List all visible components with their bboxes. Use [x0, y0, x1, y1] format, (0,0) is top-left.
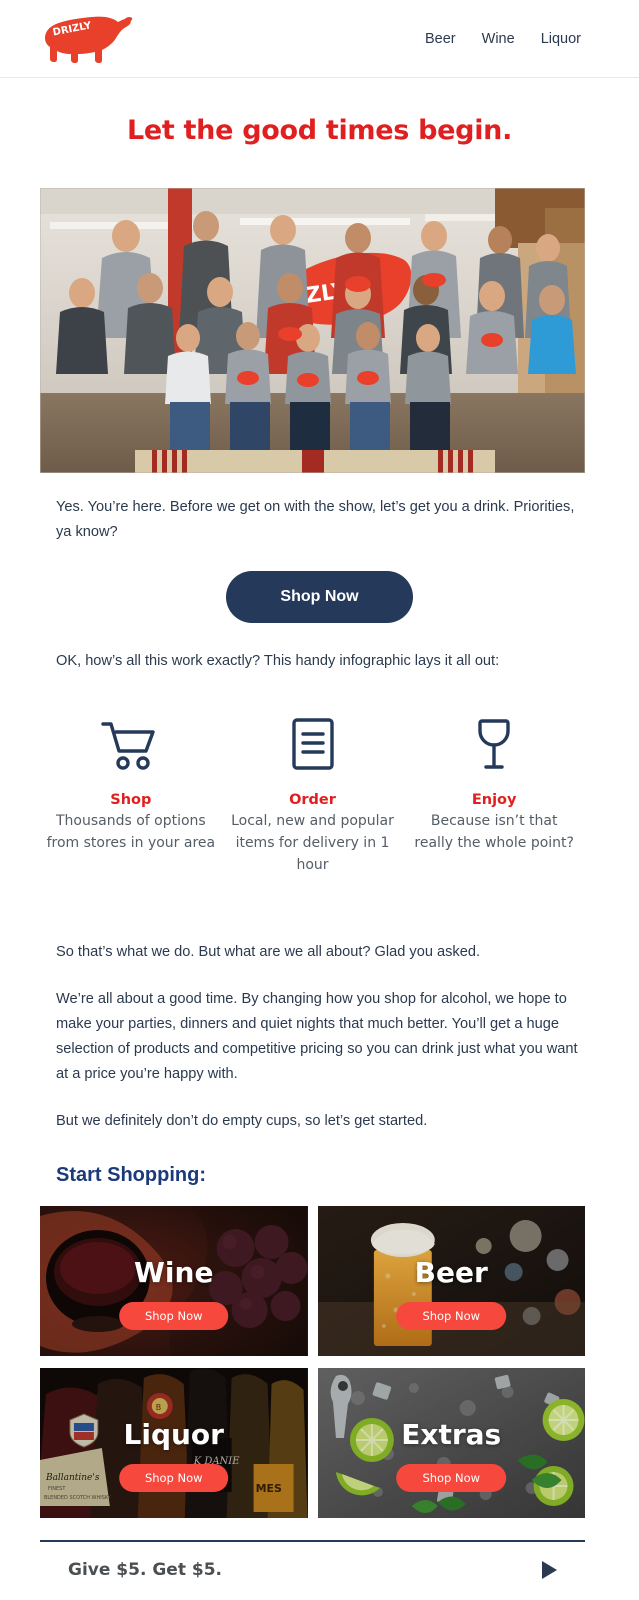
shop-now-button[interactable]: Shop Now	[226, 571, 413, 623]
nav-item-beer[interactable]: Beer	[425, 31, 456, 47]
tile-liquor[interactable]: Ballantine's FINEST BLENDED SCOTCH WHISK…	[40, 1368, 308, 1518]
step-order-desc: Local, new and popular items for deliver…	[231, 813, 394, 873]
page-title: Let the good times begin.	[126, 115, 513, 146]
step-enjoy-title: Enjoy	[471, 792, 517, 808]
intro-paragraph: Yes. You’re here. Before we get on with …	[56, 499, 575, 540]
footer-referral-text: Give $5. Get $5.	[68, 1560, 222, 1580]
email-header: DRIZLY Beer Wine Liquor	[0, 0, 639, 78]
step-enjoy: Enjoy Because isn’t that really the whol…	[403, 710, 585, 876]
tile-extras-label: Extras	[401, 1418, 502, 1451]
tile-beer[interactable]: Beer Shop Now	[317, 1206, 585, 1356]
hero-photo-illustration: ZLY	[40, 188, 585, 473]
wine-glass-icon	[409, 710, 579, 772]
shopping-cart-icon	[46, 710, 216, 772]
nav-item-wine[interactable]: Wine	[482, 31, 515, 47]
drizly-logo[interactable]: DRIZLY	[40, 11, 150, 67]
tile-extras-shop-now-button[interactable]: Shop Now	[396, 1464, 507, 1492]
step-shop-title: Shop	[110, 792, 152, 808]
tile-liquor-label: Liquor	[123, 1418, 224, 1451]
step-order: Order Local, new and popular items for d…	[222, 710, 404, 876]
header-nav: Beer Wine Liquor	[425, 31, 599, 47]
step-order-title: Order	[289, 792, 336, 808]
footer-referral-bar[interactable]: Give $5. Get $5.	[40, 1542, 585, 1598]
how-it-works-lead: OK, how’s all this work exactly? This ha…	[56, 653, 500, 669]
tile-wine[interactable]: Wine Shop Now	[40, 1206, 308, 1356]
hero-team-photo: ZLY	[40, 188, 585, 473]
tile-extras[interactable]: Extras Shop Now	[317, 1368, 585, 1518]
start-shopping-heading: Start Shopping:	[56, 1164, 206, 1186]
nav-item-liquor[interactable]: Liquor	[541, 31, 581, 47]
how-it-works-infographic: Shop Thousands of options from stores in…	[40, 710, 585, 876]
cta-container: Shop Now	[0, 545, 639, 623]
about-paragraph-2: We’re all about a good time. By changing…	[56, 991, 578, 1082]
step-shop-desc: Thousands of options from stores in your…	[46, 813, 216, 851]
email-body: DRIZLY Beer Wine Liquor Let the good tim…	[0, 0, 639, 1598]
tile-beer-label: Beer	[414, 1256, 488, 1289]
tile-beer-shop-now-button[interactable]: Shop Now	[396, 1302, 507, 1330]
category-tile-grid: Wine Shop Now Beer Shop Now Ballantine's…	[40, 1206, 585, 1518]
step-shop: Shop Thousands of options from stores in…	[40, 710, 222, 876]
order-document-icon	[228, 710, 398, 772]
about-section: So that’s what we do. But what are we al…	[0, 940, 639, 1134]
about-paragraph-3: But we definitely don’t do empty cups, s…	[56, 1113, 428, 1129]
tile-liquor-shop-now-button[interactable]: Shop Now	[118, 1464, 229, 1492]
play-arrow-icon[interactable]	[542, 1561, 557, 1579]
step-enjoy-desc: Because isn’t that really the whole poin…	[414, 813, 574, 851]
bear-logo-icon: DRIZLY	[45, 16, 133, 63]
about-paragraph-1: So that’s what we do. But what are we al…	[56, 944, 481, 960]
tile-wine-label: Wine	[134, 1256, 214, 1289]
tile-wine-shop-now-button[interactable]: Shop Now	[118, 1302, 229, 1330]
